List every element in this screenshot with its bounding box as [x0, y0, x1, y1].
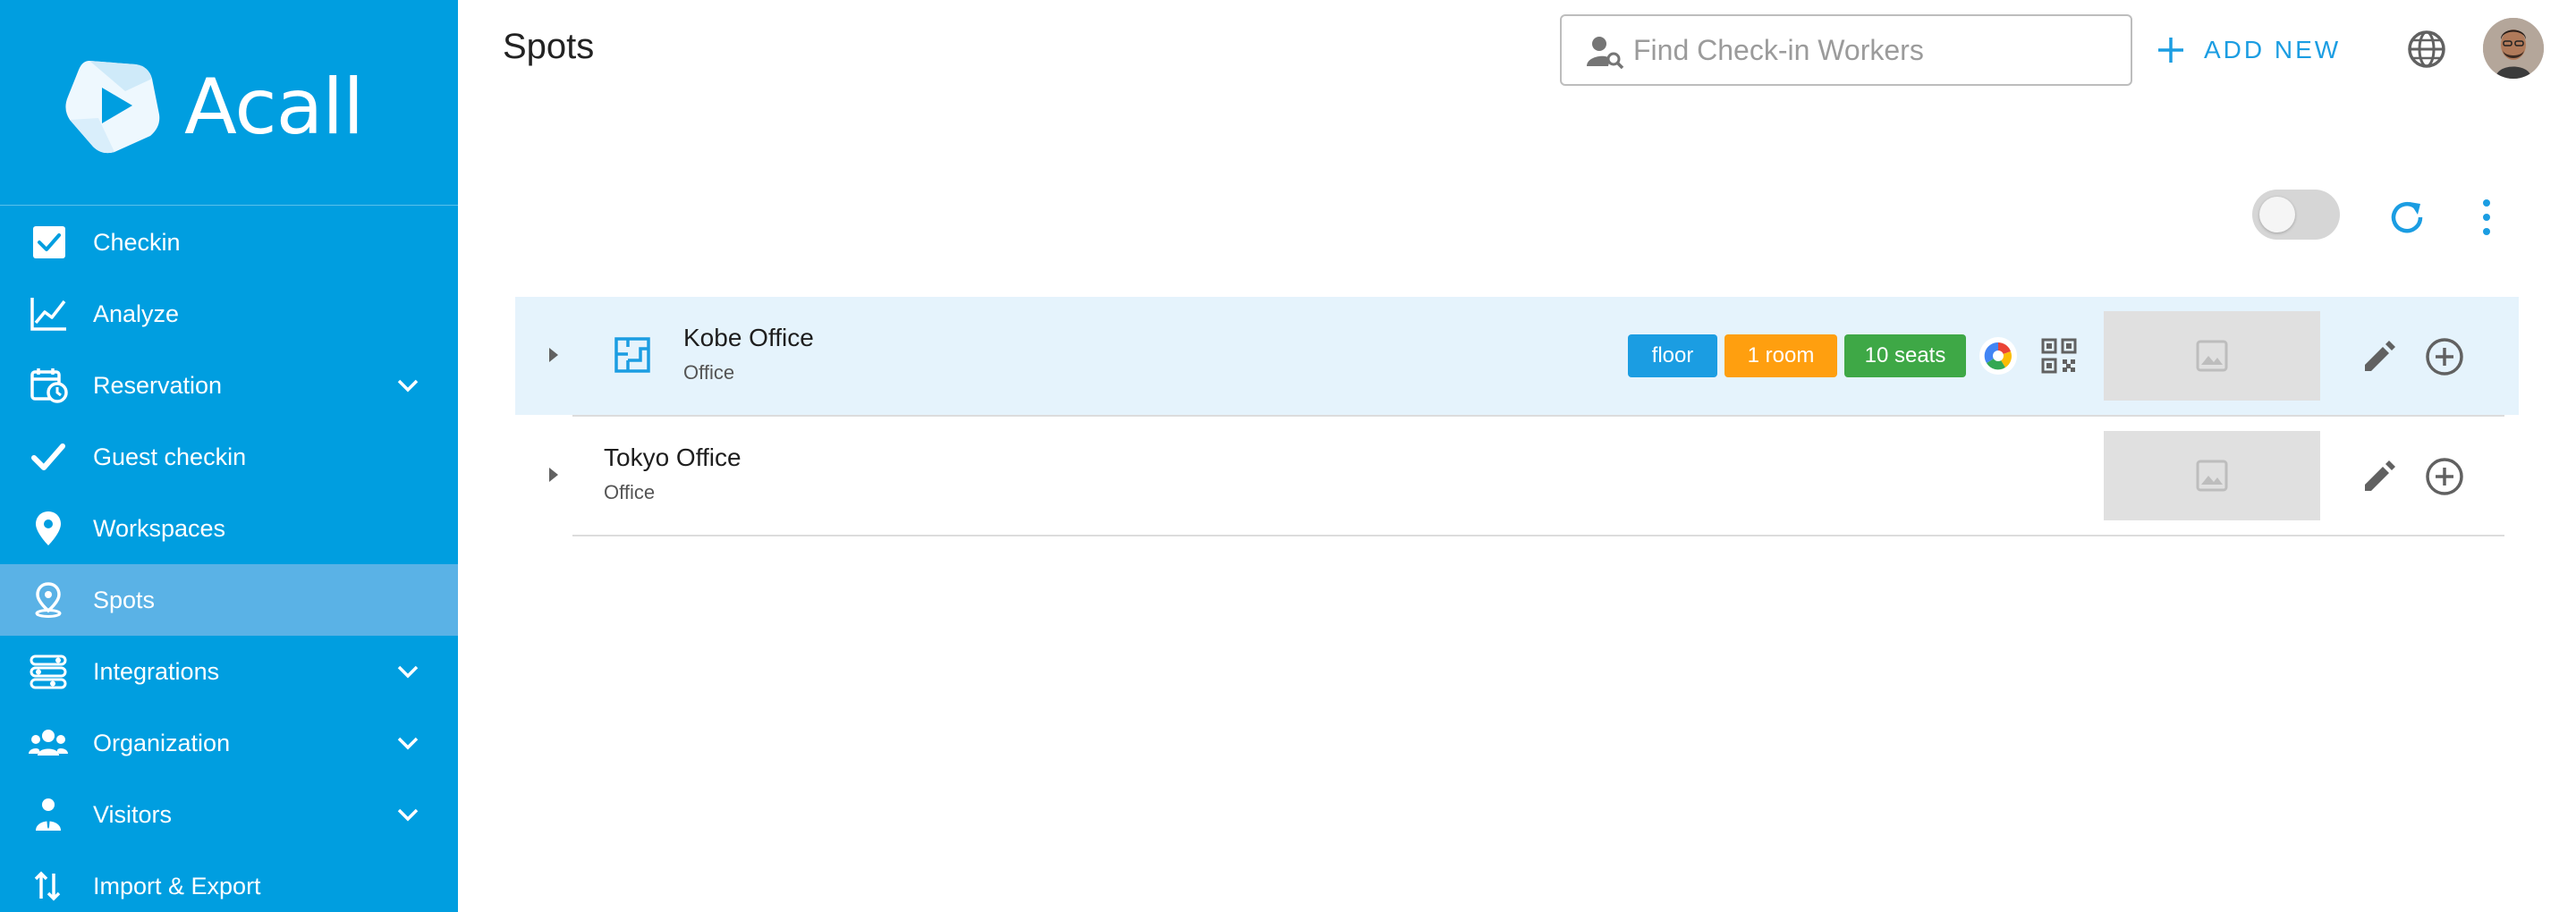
sidebar-item-guest-checkin[interactable]: Guest checkin — [0, 421, 458, 493]
integration-logo-icon — [1979, 337, 2017, 375]
toggle-knob — [2259, 197, 2295, 232]
row-divider — [572, 535, 2504, 536]
spot-row-tokyo-office[interactable]: Tokyo Office Office — [515, 417, 2519, 536]
sidebar-item-label: Workspaces — [93, 515, 226, 542]
sidebar-item-label: Organization — [93, 730, 231, 756]
floor-plan-icon — [614, 337, 650, 373]
add-new-label: ADD NEW — [2204, 36, 2342, 63]
tag-room-count: 1 room — [1724, 334, 1837, 377]
tag-floor: floor — [1628, 334, 1717, 377]
globe-icon[interactable] — [2406, 29, 2447, 70]
brand-name: Acall — [184, 63, 364, 152]
brand-header: Acall — [0, 0, 458, 206]
spot-image-placeholder[interactable] — [2104, 311, 2320, 401]
sidebar-item-label: Analyze — [93, 300, 180, 327]
sidebar-item-label: Guest checkin — [93, 443, 247, 470]
people-icon — [29, 730, 68, 756]
spot-type: Office — [604, 481, 656, 503]
spot-pin-icon — [35, 582, 62, 618]
visitor-icon — [36, 798, 61, 831]
search-box[interactable] — [1560, 14, 2132, 86]
sidebar-item-label: Reservation — [93, 372, 223, 399]
qr-code-icon[interactable] — [2041, 338, 2077, 374]
sidebar: Acall Checkin Analyze Reservation Guest … — [0, 0, 458, 912]
add-circle-icon[interactable] — [2424, 336, 2465, 377]
refresh-icon[interactable] — [2385, 195, 2429, 240]
sidebar-item-organization[interactable]: Organization — [0, 707, 458, 779]
map-pin-icon — [36, 511, 61, 545]
spot-name: Tokyo Office — [604, 443, 741, 471]
sidebar-item-label: Import & Export — [93, 873, 261, 899]
sidebar-item-reservation[interactable]: Reservation — [0, 350, 458, 421]
sidebar-item-label: Integrations — [93, 658, 220, 685]
chevron-down-icon[interactable] — [394, 729, 422, 757]
avatar[interactable] — [2483, 18, 2544, 79]
sidebar-item-spots[interactable]: Spots — [0, 564, 458, 636]
add-circle-icon[interactable] — [2424, 456, 2465, 497]
tag-seat-count: 10 seats — [1844, 334, 1966, 377]
add-new-button[interactable]: ADD NEW — [2156, 27, 2341, 73]
edit-pencil-icon[interactable] — [2360, 458, 2397, 495]
import-export-icon — [34, 871, 61, 901]
search-input[interactable] — [1633, 29, 2116, 72]
edit-pencil-icon[interactable] — [2360, 338, 2397, 376]
plus-icon — [2158, 38, 2183, 63]
checkmark-icon — [31, 443, 65, 470]
user-photo — [2483, 18, 2544, 79]
sidebar-item-label: Visitors — [93, 801, 173, 828]
acall-logo-icon — [65, 61, 160, 154]
chevron-down-icon[interactable] — [394, 371, 422, 400]
person-search-icon — [1587, 37, 1624, 70]
calendar-clock-icon — [30, 368, 68, 403]
integrations-icon — [30, 654, 67, 689]
checkbox-icon — [33, 226, 65, 258]
sidebar-item-import-export[interactable]: Import & Export — [0, 850, 458, 912]
sidebar-item-analyze[interactable]: Analyze — [0, 278, 458, 350]
sidebar-item-integrations[interactable]: Integrations — [0, 636, 458, 707]
expand-caret-icon[interactable] — [544, 342, 564, 368]
image-icon — [2196, 340, 2228, 372]
spot-row-kobe-office[interactable]: Kobe Office Office floor 1 room 10 seats — [515, 297, 2519, 417]
sidebar-item-label: Checkin — [93, 229, 181, 256]
sidebar-item-checkin[interactable]: Checkin — [0, 207, 458, 278]
chevron-down-icon[interactable] — [394, 800, 422, 829]
sidebar-nav: Checkin Analyze Reservation Guest checki… — [0, 207, 458, 912]
more-vert-icon[interactable] — [2478, 197, 2496, 238]
sidebar-item-workspaces[interactable]: Workspaces — [0, 493, 458, 564]
expand-caret-icon[interactable] — [544, 461, 564, 488]
sidebar-item-visitors[interactable]: Visitors — [0, 779, 458, 850]
sidebar-item-label: Spots — [93, 587, 156, 613]
spot-image-placeholder[interactable] — [2104, 431, 2320, 520]
page-title: Spots — [503, 27, 595, 66]
spot-name: Kobe Office — [683, 324, 814, 351]
image-icon — [2196, 460, 2228, 492]
chevron-down-icon[interactable] — [394, 657, 422, 686]
chart-line-icon — [30, 298, 66, 331]
view-toggle[interactable] — [2252, 190, 2340, 240]
spot-type: Office — [683, 361, 735, 384]
